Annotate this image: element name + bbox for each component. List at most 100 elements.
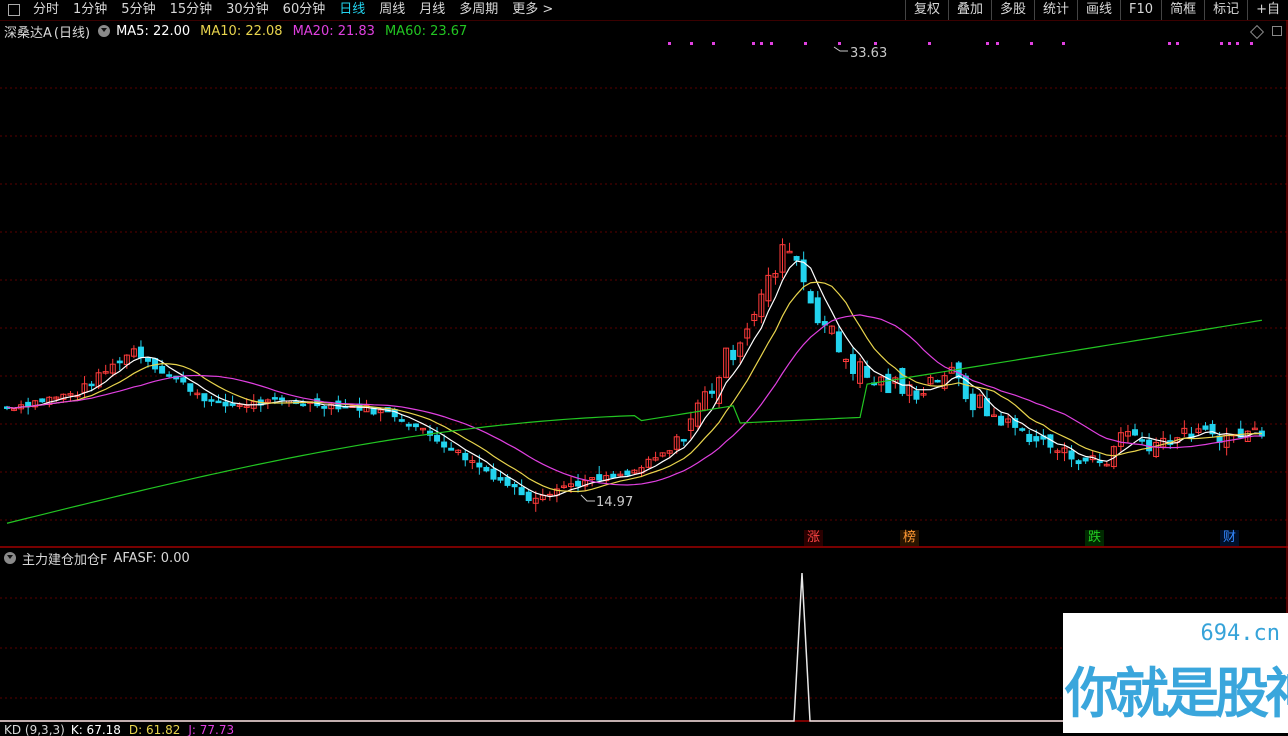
signal-dot [996, 42, 999, 45]
signal-dot [752, 42, 755, 45]
candle-body [814, 297, 821, 324]
candle-body [187, 383, 194, 392]
signal-dot [760, 42, 763, 45]
candle-body [116, 360, 123, 364]
signal-dot [1220, 42, 1223, 45]
candle-body [610, 473, 617, 479]
candle-body [88, 383, 95, 387]
candle-body [441, 441, 448, 448]
signal-dots [668, 42, 1253, 45]
kd-j: J: 77.73 [188, 724, 235, 736]
candle-body [864, 365, 871, 378]
sub-indicator-name: 主力建仓加仓F [22, 552, 108, 568]
signal-dot [986, 42, 989, 45]
ma-lines [6, 260, 1262, 524]
candle-body [405, 423, 412, 427]
candle-body [1026, 433, 1033, 443]
candle-body [1096, 460, 1103, 464]
candle-body [278, 397, 285, 401]
candle-body [25, 401, 32, 407]
candle-body [518, 487, 525, 496]
candle-body [434, 434, 441, 442]
signal-dot [804, 42, 807, 45]
afasf-value: AFASF: 0.00 [113, 550, 190, 566]
badge-bang[interactable]: 榜 [900, 530, 920, 546]
low-label: 14.97 [596, 495, 633, 510]
signal-dot [1236, 42, 1239, 45]
candle-body [321, 406, 328, 409]
candle-body [180, 377, 187, 383]
kd-name: KD (9,3,3) [4, 724, 65, 736]
signal-dot [1228, 42, 1231, 45]
candle-body [490, 468, 497, 480]
high-label: 33.63 [850, 46, 887, 61]
candle-body [1132, 429, 1138, 436]
candle-body [709, 390, 715, 394]
watermark-slogan: 你就是股神 [1065, 662, 1288, 725]
signal-dot [838, 42, 841, 45]
candle-body [152, 358, 159, 370]
candle-body [1082, 457, 1089, 462]
kd-legend: KD (9,3,3) K: 67.18 D: 61.82 J: 77.73 [4, 724, 234, 736]
signal-dot [928, 42, 931, 45]
signal-dot [1176, 42, 1179, 45]
candle-body [793, 256, 800, 261]
candle-body [1068, 450, 1075, 460]
candle-body [511, 484, 518, 488]
signal-dot [770, 42, 773, 45]
candle-body [575, 480, 582, 487]
candle-body [1033, 436, 1040, 442]
ma10-line [6, 281, 1262, 493]
badge-zhang[interactable]: 涨 [804, 530, 824, 546]
candle-body [483, 466, 490, 472]
badge-die[interactable]: 跌 [1085, 530, 1105, 546]
badge-cai[interactable]: 财 [1220, 530, 1240, 546]
candle-body [398, 419, 405, 422]
high-annotation: 33.63 [833, 46, 887, 61]
candle-body [850, 354, 856, 374]
signal-dot [1250, 42, 1253, 45]
candle-body [137, 346, 144, 358]
candle-body [229, 403, 236, 406]
candle-body [39, 398, 46, 403]
candle-body [934, 379, 941, 383]
candle-body [730, 349, 737, 361]
candle-body [1202, 425, 1209, 430]
candle-body [899, 368, 906, 394]
candle-body [624, 470, 631, 476]
candle-body [807, 291, 814, 304]
signal-dot [1168, 42, 1171, 45]
watermark-site: 694.cn [1200, 621, 1280, 646]
candle-body [1075, 460, 1082, 465]
signal-dot [1030, 42, 1033, 45]
candle-body [271, 397, 278, 400]
candle-body [504, 476, 511, 486]
signal-dot [1062, 42, 1065, 45]
candle-body [497, 477, 504, 481]
candle-body [1019, 428, 1026, 431]
candle-body [222, 401, 229, 407]
candle-body [835, 331, 842, 353]
candle-body [215, 400, 222, 404]
kd-d: D: 61.82 [128, 724, 181, 736]
candle-body [913, 390, 920, 400]
candle-body [525, 491, 532, 502]
candle-body [998, 415, 1005, 426]
signal-dot [712, 42, 715, 45]
signal-dot [668, 42, 671, 45]
signal-dot [690, 42, 693, 45]
candle-body [145, 357, 151, 362]
sub-indicator-menu-icon[interactable] [4, 552, 16, 564]
ma60-line [6, 319, 1262, 524]
candle-body [596, 474, 603, 481]
candle-body [201, 393, 208, 402]
kd-k: K: 67.18 [70, 724, 121, 736]
low-annotation: 14.97 [580, 494, 633, 510]
candle-body [1139, 439, 1146, 442]
ma5-line [6, 260, 1262, 498]
candle-body [159, 365, 166, 374]
candle-body [969, 393, 976, 411]
candle-body [448, 447, 455, 451]
sub-legend: 主力建仓加仓F AFASF: 0.00 [4, 549, 190, 568]
grid-lines [0, 87, 1288, 699]
